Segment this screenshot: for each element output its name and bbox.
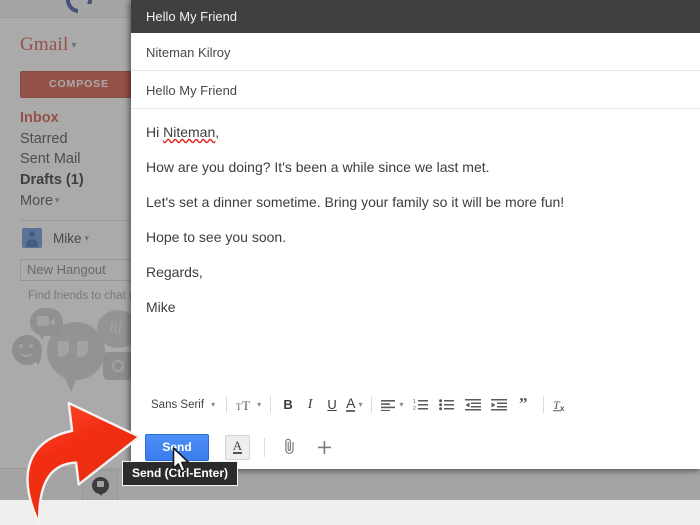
remove-formatting-icon: T x (553, 398, 565, 412)
formatting-options-button[interactable]: A (225, 434, 250, 460)
svg-text:”: ” (519, 398, 528, 411)
video-bubble-icon (30, 308, 63, 340)
sidebar-nav-list: Inbox Starred Sent Mail Drafts (1) More ▾ (20, 108, 138, 212)
body-line-3: Let's set a dinner sometime. Bring your … (146, 194, 565, 210)
hangouts-icon-tail (98, 491, 104, 496)
indent-less-button[interactable] (462, 394, 484, 416)
bulleted-list-button[interactable] (436, 394, 458, 416)
indent-more-button[interactable] (488, 394, 510, 416)
italic-icon: I (307, 396, 313, 412)
recipient-value: Niteman Kilroy (146, 45, 231, 60)
svg-text:T: T (242, 398, 250, 412)
insert-more-button[interactable] (315, 436, 333, 458)
hangouts-illustration: hi (0, 304, 140, 414)
avatar (22, 228, 42, 248)
hangouts-chat-tab[interactable] (82, 470, 118, 500)
bold-button[interactable]: B (277, 394, 299, 416)
quote-icon: ” (519, 398, 528, 411)
greeting-suffix: , (215, 124, 220, 140)
quote-button[interactable]: ” (515, 394, 537, 416)
underline-icon: U (327, 397, 337, 412)
send-button[interactable]: Send (145, 433, 209, 461)
action-divider (264, 437, 265, 457)
hangouts-hint-text: Find friends to chat w (28, 290, 138, 302)
formatting-a-icon: A (232, 438, 243, 454)
plus-icon (317, 440, 331, 454)
screen: Gmail ▾ COMPOSE Inbox Starred Sent Mail D… (0, 0, 700, 525)
sidebar-item-inbox[interactable]: Inbox (20, 108, 138, 129)
sidebar-item-sent-mail[interactable]: Sent Mail (20, 149, 138, 170)
font-family-label: Sans Serif (151, 398, 205, 411)
toolbar-divider (543, 396, 545, 413)
toolbar-divider (226, 396, 228, 413)
page-bottom-strip (0, 500, 700, 525)
hangouts-user-name: Mike (53, 230, 82, 246)
send-tooltip: Send (Ctrl-Enter) (122, 461, 238, 486)
hangouts-user[interactable]: Mike ▾ (22, 228, 89, 248)
align-left-icon (381, 399, 396, 411)
underline-button[interactable]: U (321, 394, 343, 416)
svg-text:1: 1 (413, 399, 416, 405)
toolbar-divider (371, 396, 373, 413)
text-color-icon: A (346, 395, 356, 412)
sidebar-item-label: Sent Mail (20, 151, 81, 167)
chevron-down-icon: ▾ (55, 195, 60, 205)
attach-file-button[interactable] (281, 436, 299, 458)
indent-less-icon (465, 399, 482, 411)
compose-window-header[interactable]: Hello My Friend (131, 0, 700, 33)
body-line-6: Mike (146, 299, 176, 315)
misspelled-word: Niteman (163, 124, 216, 140)
italic-button[interactable]: I (299, 394, 321, 416)
sidebar-item-label: Drafts (1) (20, 171, 84, 188)
gmail-sidebar: Gmail ▾ COMPOSE Inbox Starred Sent Mail D… (0, 18, 140, 500)
indent-more-icon (491, 399, 508, 411)
text-color-button[interactable]: A ▾ (343, 394, 365, 416)
compose-window-title: Hello My Friend (146, 9, 238, 24)
chevron-down-icon: ▾ (358, 400, 363, 409)
chevron-down-icon: ▾ (399, 400, 404, 409)
formatting-toolbar: Sans Serif ▾ T T ▾ B I U A ▾ ▾ 1 2 ” T x (131, 390, 700, 419)
numbered-list-icon: 1 2 (413, 399, 429, 411)
sidebar-item-label: More (20, 193, 54, 209)
bulleted-list-icon (439, 399, 455, 411)
sidebar-divider (20, 220, 138, 221)
body-line-greeting: Hi Niteman, (146, 123, 685, 141)
paperclip-icon (285, 438, 294, 454)
compose-window: Hello My Friend Niteman Kilroy Hello My … (131, 0, 700, 469)
body-line-2: How are you doing? It's been a while sin… (146, 159, 490, 175)
sidebar-item-starred[interactable]: Starred (20, 129, 138, 150)
gmail-logo[interactable]: Gmail ▾ (20, 34, 77, 56)
sidebar-item-more[interactable]: More ▾ (20, 190, 138, 212)
sidebar-item-drafts[interactable]: Drafts (1) (20, 170, 138, 191)
font-family-selector[interactable]: Sans Serif ▾ (145, 394, 220, 416)
remove-formatting-button[interactable]: T x (550, 394, 572, 416)
gmail-logo-text: Gmail (20, 34, 69, 55)
toolbar-divider (270, 396, 272, 413)
sidebar-item-label: Inbox (20, 110, 59, 126)
greeting-prefix: Hi (146, 124, 164, 140)
font-size-button[interactable]: T T ▾ (233, 394, 264, 416)
chevron-down-icon: ▾ (211, 400, 216, 409)
recipient-field-row[interactable]: Niteman Kilroy (131, 33, 700, 71)
hangouts-user-name-wrap: Mike ▾ (53, 231, 89, 246)
chevron-down-icon: ▾ (71, 40, 77, 51)
subject-value: Hello My Friend (146, 83, 238, 98)
sidebar-item-label: Starred (20, 130, 68, 147)
compose-button[interactable]: COMPOSE (20, 71, 138, 98)
body-line-4: Hope to see you soon. (146, 229, 287, 245)
svg-text:2: 2 (413, 406, 416, 411)
bold-icon: B (283, 397, 293, 412)
body-line-5: Regards, (146, 264, 203, 280)
numbered-list-button[interactable]: 1 2 (410, 394, 432, 416)
subject-field-row[interactable]: Hello My Friend (131, 71, 700, 109)
font-size-icon: T T (236, 398, 250, 412)
camera-bubble-icon (103, 352, 133, 380)
align-button[interactable]: ▾ (378, 394, 406, 416)
emoji-bubble-icon (12, 335, 42, 365)
chevron-down-icon: ▾ (84, 232, 90, 243)
formatting-toolbar-inner: Sans Serif ▾ T T ▾ B I U A ▾ ▾ 1 2 ” T x (145, 392, 572, 417)
new-hangout-input[interactable]: New Hangout (20, 259, 138, 281)
chevron-down-icon: ▾ (257, 400, 262, 409)
message-body-editor[interactable]: Hi Niteman, How are you doing? It's been… (131, 109, 700, 428)
